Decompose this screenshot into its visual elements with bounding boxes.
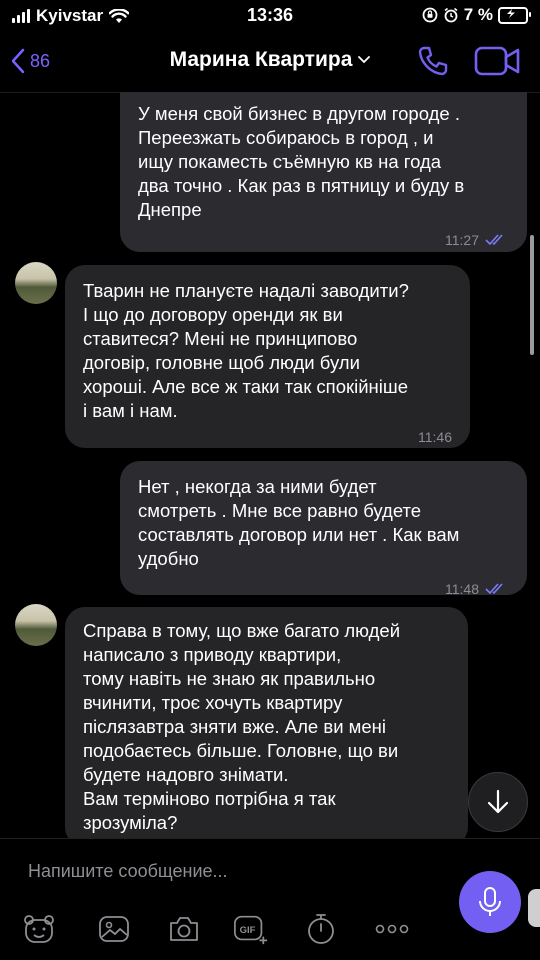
- message-text: Нет , некогда за ними будет смотреть . М…: [138, 476, 460, 569]
- message-meta: 11:48: [138, 577, 509, 601]
- side-edge-handle: [528, 889, 540, 927]
- camera-button[interactable]: [166, 911, 202, 947]
- voice-message-button[interactable]: [459, 871, 521, 933]
- video-camera-icon: [474, 46, 520, 76]
- composer: GIF: [0, 838, 540, 960]
- composer-toolbar: GIF: [0, 911, 440, 951]
- call-button[interactable]: [416, 44, 450, 83]
- chevron-down-icon: [358, 56, 371, 64]
- sticker-button[interactable]: [21, 911, 57, 947]
- read-checkmarks-icon: [485, 583, 503, 595]
- message-outgoing[interactable]: Нет , некогда за ними будет смотреть . М…: [120, 461, 527, 597]
- contact-name: Марина Квартира: [169, 48, 353, 71]
- contact-avatar[interactable]: [15, 262, 57, 304]
- message-input[interactable]: [0, 839, 470, 903]
- contact-avatar[interactable]: [15, 604, 57, 646]
- message-incoming[interactable]: Тварин не плануєте надалі заводити? І що…: [65, 265, 470, 448]
- alarm-icon: [444, 7, 458, 23]
- scroll-to-bottom-button[interactable]: [468, 772, 528, 832]
- gif-icon: GIF: [234, 915, 268, 945]
- status-bar: Kyivstar 13:36 7 %: [0, 0, 540, 34]
- more-button[interactable]: [374, 911, 410, 947]
- orientation-lock-icon: [422, 7, 438, 23]
- message-outgoing[interactable]: У меня свой бизнес в другом городе . Пер…: [120, 92, 527, 252]
- svg-text:GIF: GIF: [240, 925, 256, 936]
- chat-header: 86 Марина Квартира: [0, 34, 540, 93]
- timer-button[interactable]: [303, 911, 339, 947]
- message-meta: 11:46: [83, 425, 452, 449]
- video-call-button[interactable]: [474, 44, 522, 83]
- timer-icon: [308, 914, 334, 944]
- message-text: Тварин не плануєте надалі заводити? І що…: [83, 280, 409, 421]
- gallery-button[interactable]: [96, 911, 132, 947]
- message-time: 11:48: [445, 581, 479, 597]
- sticker-icon: [24, 915, 54, 943]
- message-meta: 11:27: [138, 228, 509, 252]
- battery-percent: 7 %: [463, 5, 493, 24]
- chat-screen: Kyivstar 13:36 7 % 86 Марина Квартира У …: [0, 0, 540, 960]
- phone-icon: [418, 46, 448, 76]
- message-text: Справа в тому, що вже багато людей напис…: [83, 620, 401, 833]
- gif-button[interactable]: GIF: [233, 911, 269, 947]
- status-right: 7 %: [422, 5, 531, 25]
- chat-title[interactable]: Марина Квартира: [0, 48, 540, 72]
- gallery-icon: [99, 916, 129, 942]
- more-icon: [375, 924, 409, 934]
- scroll-indicator[interactable]: [530, 235, 534, 355]
- message-time: 11:46: [418, 429, 452, 445]
- message-text: У меня свой бизнес в другом городе . Пер…: [138, 103, 465, 220]
- microphone-icon: [479, 887, 501, 916]
- camera-icon: [170, 917, 198, 941]
- message-time: 11:27: [445, 232, 479, 248]
- message-incoming[interactable]: Справа в тому, що вже багато людей напис…: [65, 607, 468, 847]
- read-checkmarks-icon: [485, 234, 503, 246]
- battery-icon: [498, 6, 531, 24]
- arrow-down-icon: [487, 789, 509, 814]
